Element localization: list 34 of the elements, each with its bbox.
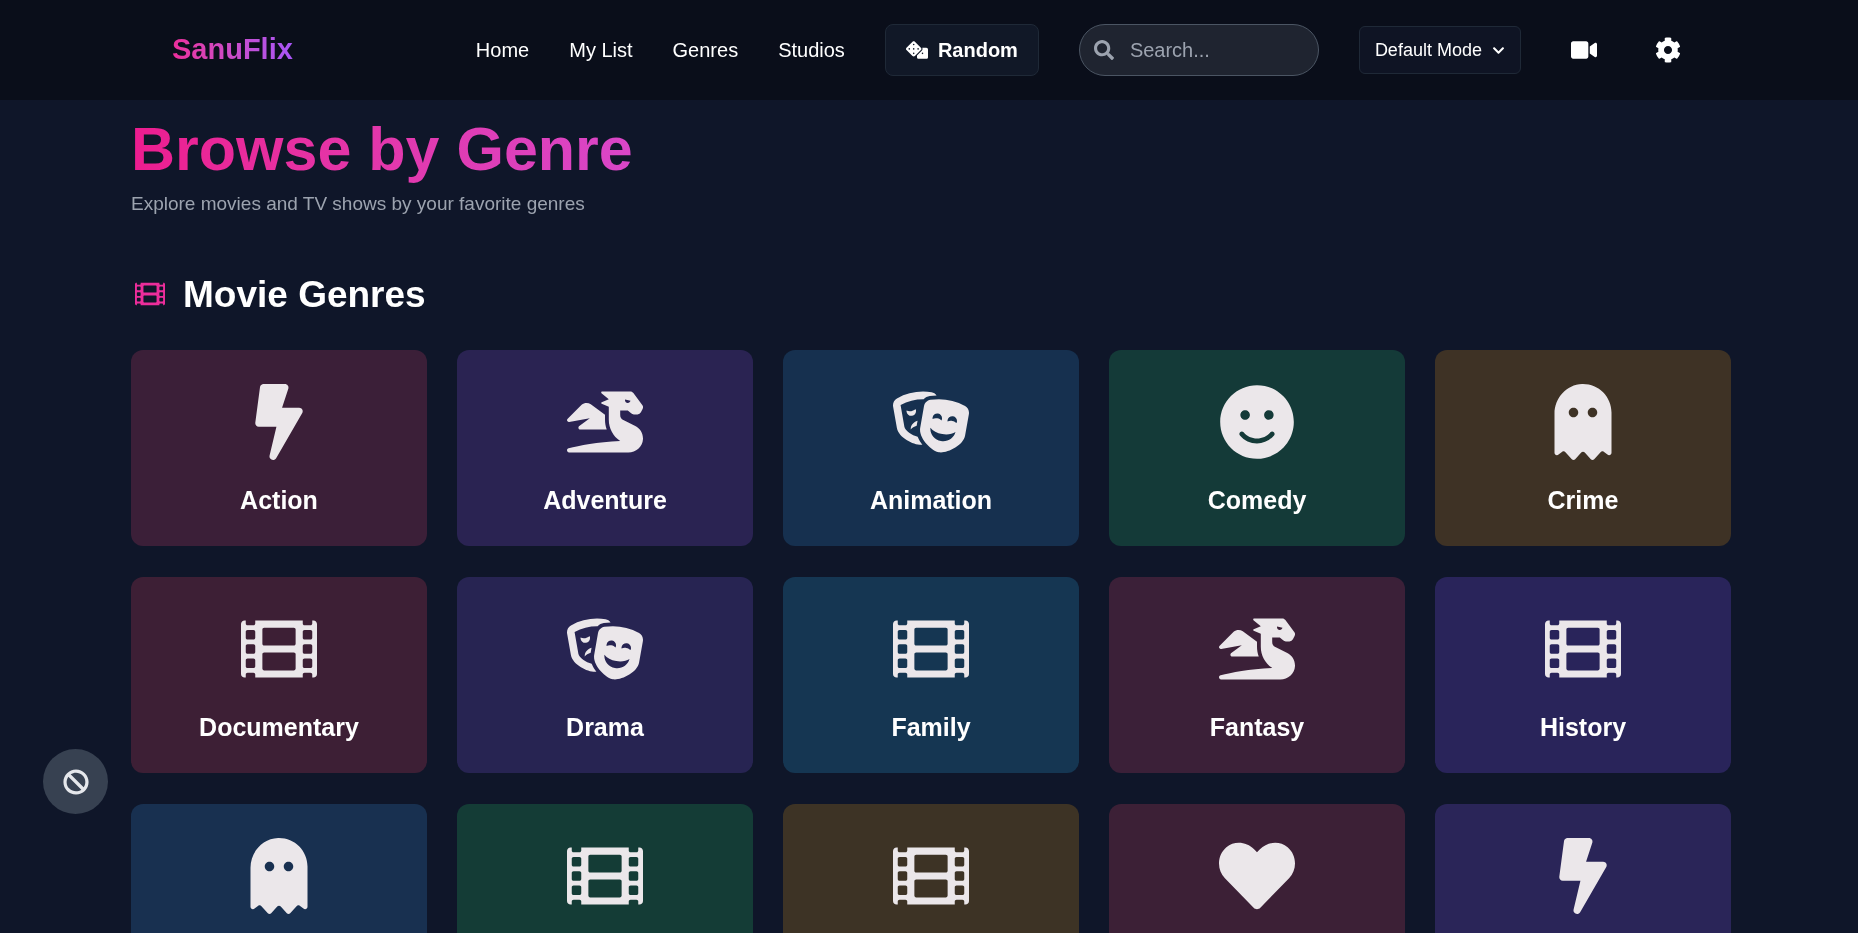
genre-card[interactable]: Family [783,577,1079,773]
mode-dropdown[interactable]: Default Mode [1358,26,1521,74]
genre-card[interactable]: Crime [1435,350,1731,546]
genre-label: Crime [1547,485,1619,516]
nav-link[interactable]: Home [475,35,530,65]
ban-icon [62,768,89,795]
genre-label: Documentary [199,712,359,743]
search-icon [1093,40,1114,60]
genre-card[interactable]: Fantasy [1109,577,1405,773]
dice-icon [905,39,928,61]
genre-label: Family [891,712,971,743]
page-subtitle: Explore movies and TV shows by your favorite genres [131,192,586,216]
settings-icon[interactable] [1654,37,1681,63]
genre-label: Animation [869,485,993,516]
genre-label: Adventure [543,485,667,516]
section-title: Movie Genres [183,272,426,317]
genre-card[interactable]: History [1435,577,1731,773]
nav-link[interactable]: My List [569,35,633,65]
genre-label: Fantasy [1209,712,1305,743]
genre-card[interactable]: Comedy [1109,350,1405,546]
genre-card[interactable]: Adventure [457,350,753,546]
genre-label: History [1539,712,1627,743]
genre-card[interactable]: Animation [783,350,1079,546]
genre-label: Drama [566,712,644,743]
nav-link[interactable]: Studios [778,35,845,65]
genre-card[interactable]: Action [131,350,427,546]
genre-label: Comedy [1207,485,1307,516]
genre-label: Action [240,485,318,516]
random-button[interactable]: Random [884,24,1039,76]
genre-card[interactable]: Drama [457,577,753,773]
smiley-icon [1219,384,1295,460]
nav-link[interactable]: Genres [672,35,739,65]
genre-card[interactable]: Documentary [131,577,427,773]
search-field[interactable]: Search... [1078,24,1319,76]
